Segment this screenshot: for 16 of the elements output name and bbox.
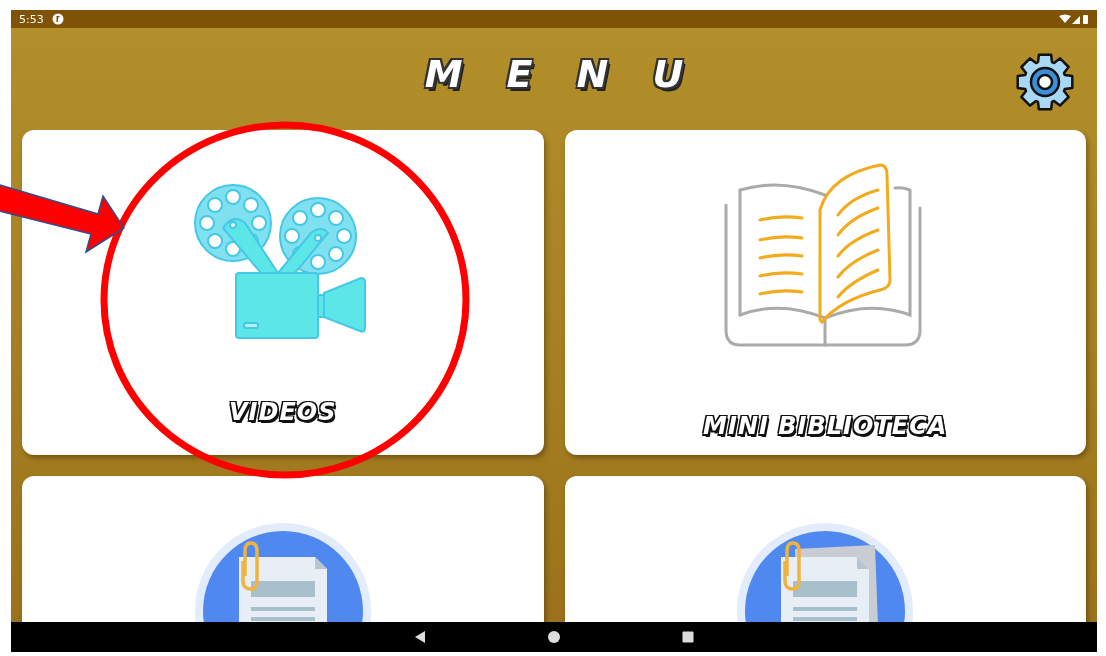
title-letter: E xyxy=(506,52,533,96)
title-letter: M xyxy=(424,52,463,96)
menu-card[interactable]: VIDEOS xyxy=(22,130,544,455)
app-notification-icon xyxy=(51,13,64,25)
settings-icon xyxy=(1013,50,1077,114)
status-icons xyxy=(1059,13,1089,25)
recents-button[interactable] xyxy=(681,630,695,644)
back-button[interactable] xyxy=(413,630,427,644)
menu-card[interactable]: MINI BIBLIOTECA xyxy=(564,130,1086,455)
card-label: MINI BIBLIOTECA xyxy=(703,412,948,440)
card-label: VIDEOS xyxy=(229,398,337,426)
title-letter: U xyxy=(652,52,684,96)
title-letter: N xyxy=(576,52,609,96)
settings-button[interactable] xyxy=(1013,50,1077,114)
status-time: 5:53 xyxy=(19,12,44,26)
home-button[interactable] xyxy=(547,630,561,644)
